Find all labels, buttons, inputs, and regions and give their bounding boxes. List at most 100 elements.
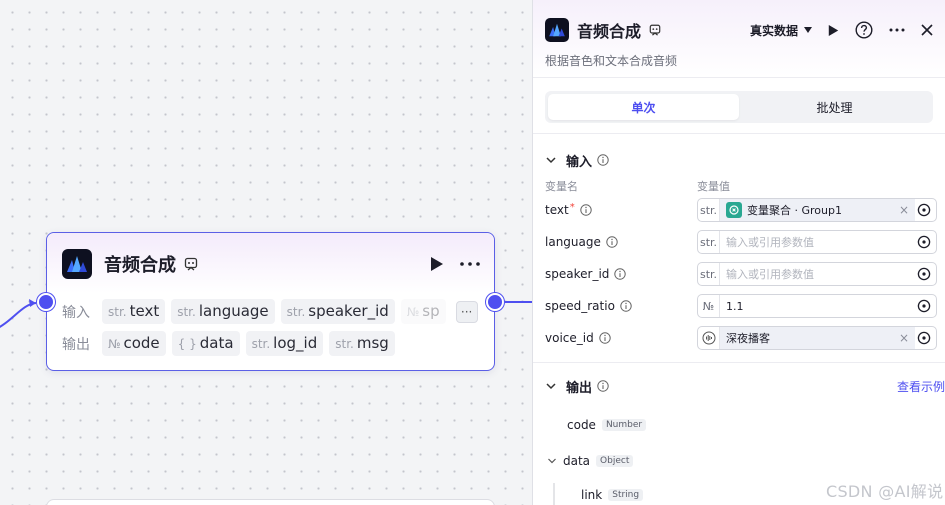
- required-marker: *: [569, 201, 575, 213]
- param-value-speed-ratio[interactable]: 1.1: [720, 300, 915, 313]
- output-section-title: 输出: [566, 380, 593, 396]
- close-icon: [921, 24, 933, 36]
- output-tag-log-id[interactable]: str. log_id: [245, 331, 324, 356]
- input-tag-language[interactable]: str. language: [171, 299, 275, 324]
- node-title: 音频合成: [104, 255, 176, 276]
- reference-target-icon[interactable]: [917, 235, 931, 249]
- play-icon: [431, 257, 443, 271]
- node-inputs-row: 输入 str. text str. language str. speaker_id …: [62, 299, 480, 324]
- plugin-badge-icon: [184, 257, 198, 271]
- info-icon: [597, 154, 609, 166]
- info-icon: [599, 332, 611, 344]
- chevron-down-icon: [548, 458, 556, 464]
- audio-wave-logo-icon: [62, 249, 92, 279]
- reference-target-icon[interactable]: [917, 331, 931, 345]
- param-input-voice-id[interactable]: 深夜播客 ×: [697, 326, 937, 350]
- param-input-language[interactable]: str. 输入或引用参数值: [697, 230, 937, 254]
- node-more-button[interactable]: [460, 262, 480, 266]
- input-tag-text[interactable]: str. text: [102, 299, 166, 324]
- view-example-link[interactable]: 查看示例: [897, 378, 945, 395]
- param-input-text[interactable]: str. 变量聚合 · Group1 ×: [697, 198, 937, 222]
- caret-down-icon: [804, 27, 812, 33]
- output-type-link: String: [608, 489, 644, 501]
- node-outputs-row: 输出 № code { } data str. log_id str. msg: [62, 331, 480, 356]
- incoming-edge-arrow: [29, 299, 36, 307]
- param-type-language: str.: [698, 231, 720, 253]
- panel-more-button[interactable]: [889, 28, 905, 32]
- input-tag-speaker-id[interactable]: str. speaker_id: [280, 299, 395, 324]
- voice-type-icon: [698, 327, 720, 349]
- data-source-dropdown[interactable]: 真实数据: [750, 22, 812, 39]
- chevron-down-icon: [545, 154, 557, 166]
- output-name-code: code: [567, 418, 596, 432]
- col-variable-value: 变量值: [697, 180, 730, 193]
- help-button[interactable]: [855, 21, 873, 39]
- output-type-data: Object: [596, 455, 634, 467]
- param-column-headers: 变量名 变量值: [533, 178, 945, 194]
- inputs-label: 输入: [62, 304, 90, 321]
- param-value-speaker-id[interactable]: 输入或引用参数值: [720, 266, 915, 282]
- input-section-header[interactable]: 输入: [533, 147, 945, 173]
- audio-synthesis-node[interactable]: 音频合成 输入 str. text str. language str. speake…: [46, 232, 495, 371]
- node-config-panel: 音频合成 真实数据 根据音色和文本合成音频 单次 批处理 输入 变量名 变量值 …: [532, 0, 945, 505]
- more-dots-icon: [889, 28, 905, 32]
- info-icon: [614, 268, 627, 280]
- info-icon: [620, 300, 632, 312]
- param-value-text-label: 变量聚合 · Group1: [747, 204, 842, 217]
- col-variable-name: 变量名: [545, 180, 578, 193]
- node-input-handle[interactable]: [37, 293, 55, 311]
- param-name-voice-id: voice_id: [545, 331, 594, 345]
- param-value-voice-id[interactable]: 深夜播客 ×: [720, 327, 915, 349]
- output-tag-data[interactable]: { } data: [171, 331, 240, 356]
- test-run-button[interactable]: [828, 24, 839, 37]
- clear-value-button[interactable]: ×: [899, 203, 909, 217]
- plugin-badge-icon: [649, 24, 661, 36]
- node-header: 音频合成: [62, 249, 480, 279]
- param-type-speaker-id: str.: [698, 263, 720, 285]
- variable-aggregate-icon: [726, 202, 742, 218]
- panel-header: 音频合成 真实数据 根据音色和文本合成音频: [533, 0, 945, 78]
- param-row-speed-ratio: speed_ratio № 1.1: [533, 290, 945, 322]
- tab-batch[interactable]: 批处理: [739, 94, 930, 120]
- param-value-text[interactable]: 变量聚合 · Group1 ×: [720, 199, 915, 221]
- param-type-speed-ratio: №: [698, 295, 720, 317]
- param-name-speaker-id: speaker_id: [545, 267, 610, 281]
- next-node-card[interactable]: [46, 499, 495, 505]
- more-dots-icon: [460, 262, 480, 266]
- chevron-down-icon: [545, 380, 557, 392]
- more-inputs-button[interactable]: ···: [455, 300, 478, 323]
- output-tag-msg[interactable]: str. msg: [329, 331, 395, 356]
- output-name-link: link: [581, 488, 603, 502]
- tree-connector-line: [553, 483, 555, 505]
- param-value-language[interactable]: 输入或引用参数值: [720, 234, 915, 250]
- reference-target-icon[interactable]: [917, 267, 931, 281]
- reference-target-icon[interactable]: [917, 203, 931, 217]
- clear-value-button[interactable]: ×: [899, 331, 909, 345]
- reference-target-icon[interactable]: [917, 299, 931, 313]
- output-item-data[interactable]: data Object: [547, 449, 945, 473]
- param-row-language: language str. 输入或引用参数值: [533, 226, 945, 258]
- run-node-button[interactable]: [430, 256, 444, 272]
- param-name-text: text: [545, 203, 569, 217]
- play-icon: [828, 24, 839, 36]
- param-name-speed-ratio: speed_ratio: [545, 299, 615, 313]
- run-mode-tabs: 单次 批处理: [545, 91, 933, 123]
- panel-title: 音频合成: [577, 22, 642, 41]
- info-icon: [597, 380, 609, 392]
- param-row-speaker-id: speaker_id str. 输入或引用参数值: [533, 258, 945, 290]
- help-circle-icon: [855, 21, 873, 39]
- section-divider: [533, 362, 945, 363]
- input-section-title: 输入: [566, 154, 593, 170]
- param-input-speaker-id[interactable]: str. 输入或引用参数值: [697, 262, 937, 286]
- tab-single[interactable]: 单次: [548, 94, 739, 120]
- output-section-header[interactable]: 输出 查看示例: [533, 373, 945, 399]
- incoming-edge: [0, 302, 37, 328]
- output-tag-code[interactable]: № code: [102, 331, 166, 356]
- close-panel-button[interactable]: [921, 24, 933, 36]
- output-item-code: code Number: [567, 413, 945, 437]
- param-row-text: text * str. 变量聚合 · Group1 ×: [533, 194, 945, 226]
- node-output-handle[interactable]: [486, 293, 504, 311]
- param-input-speed-ratio[interactable]: № 1.1: [697, 294, 937, 318]
- param-row-voice-id: voice_id 深夜播客 ×: [533, 322, 945, 354]
- input-tag-speed-ratio-truncated: № sp: [400, 299, 446, 324]
